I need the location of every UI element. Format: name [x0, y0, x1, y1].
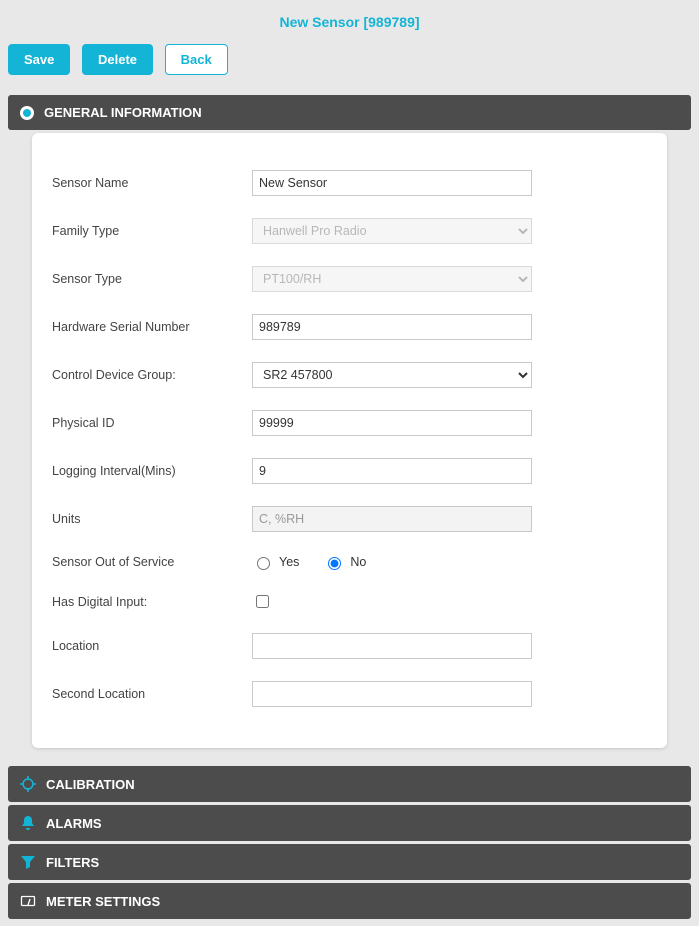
- family-type-label: Family Type: [52, 224, 252, 238]
- log-interval-input[interactable]: [252, 458, 532, 484]
- oos-no-option[interactable]: No: [323, 554, 366, 570]
- section-filters-label: FILTERS: [46, 855, 99, 870]
- save-button[interactable]: Save: [8, 44, 70, 75]
- second-location-label: Second Location: [52, 687, 252, 701]
- log-interval-label: Logging Interval(Mins): [52, 464, 252, 478]
- target-icon: [20, 776, 36, 792]
- hw-serial-label: Hardware Serial Number: [52, 320, 252, 334]
- family-type-select: Hanwell Pro Radio: [252, 218, 532, 244]
- back-button[interactable]: Back: [165, 44, 228, 75]
- units-label: Units: [52, 512, 252, 526]
- section-general-header[interactable]: GENERAL INFORMATION: [8, 95, 691, 130]
- funnel-icon: [20, 854, 36, 870]
- oos-yes-text: Yes: [279, 555, 299, 569]
- section-alarms-header[interactable]: ALARMS: [8, 805, 691, 841]
- second-location-input[interactable]: [252, 681, 532, 707]
- physical-id-label: Physical ID: [52, 416, 252, 430]
- section-meter-header[interactable]: METER SETTINGS: [8, 883, 691, 919]
- gauge-icon: [20, 893, 36, 909]
- section-meter-label: METER SETTINGS: [46, 894, 160, 909]
- oos-label: Sensor Out of Service: [52, 555, 252, 569]
- delete-button[interactable]: Delete: [82, 44, 153, 75]
- ctrl-group-select[interactable]: SR2 457800: [252, 362, 532, 388]
- oos-yes-option[interactable]: Yes: [252, 554, 299, 570]
- bell-icon: [20, 815, 36, 831]
- section-alarms-label: ALARMS: [46, 816, 102, 831]
- general-card: Sensor Name Family Type Hanwell Pro Radi…: [32, 133, 667, 748]
- sensor-name-input[interactable]: [252, 170, 532, 196]
- page-title: New Sensor [989789]: [0, 0, 699, 40]
- digital-input-checkbox[interactable]: [256, 595, 269, 608]
- oos-no-text: No: [350, 555, 366, 569]
- digital-input-label: Has Digital Input:: [52, 595, 252, 609]
- sensor-name-label: Sensor Name: [52, 176, 252, 190]
- section-filters-header[interactable]: FILTERS: [8, 844, 691, 880]
- location-label: Location: [52, 639, 252, 653]
- hw-serial-input[interactable]: [252, 314, 532, 340]
- sensor-type-label: Sensor Type: [52, 272, 252, 286]
- location-input[interactable]: [252, 633, 532, 659]
- section-calibration-label: CALIBRATION: [46, 777, 135, 792]
- ctrl-group-label: Control Device Group:: [52, 368, 252, 382]
- section-calibration-header[interactable]: CALIBRATION: [8, 766, 691, 802]
- oos-no-radio[interactable]: [328, 557, 341, 570]
- sensor-type-select: PT100/RH: [252, 266, 532, 292]
- section-general-label: GENERAL INFORMATION: [44, 105, 202, 120]
- radio-bullet-icon: [20, 106, 34, 120]
- toolbar: Save Delete Back: [0, 40, 699, 95]
- units-input: [252, 506, 532, 532]
- physical-id-input[interactable]: [252, 410, 532, 436]
- oos-yes-radio[interactable]: [257, 557, 270, 570]
